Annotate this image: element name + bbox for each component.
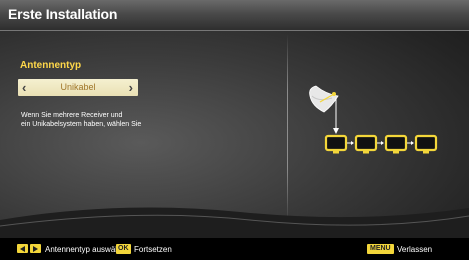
ok-hint: Fortsetzen (134, 245, 172, 254)
antenna-type-selector[interactable]: ‹ Unikabel › (18, 79, 138, 96)
page-title: Erste Installation (8, 6, 118, 22)
installation-screen: Erste Installation Antennentyp ‹ Unikabe… (0, 0, 469, 260)
ok-button[interactable]: OK (116, 244, 131, 254)
background-wave (0, 207, 469, 240)
satellite-dish-icon (309, 85, 339, 134)
receiver-tv-icon (324, 134, 348, 154)
help-text: Wenn Sie mehrere Receiver und ein Unikab… (21, 111, 141, 129)
right-arrow-icon[interactable]: › (129, 79, 133, 96)
help-line-2: ein Unikabelsystem haben, wählen Sie (21, 121, 142, 128)
menu-hint: Verlassen (397, 245, 433, 254)
antenna-type-label: Antennentyp (20, 60, 82, 71)
receiver-chain (324, 134, 438, 154)
receiver-tv-icon (354, 134, 378, 154)
right-key-icon[interactable] (30, 244, 41, 253)
left-key-icon[interactable] (17, 244, 28, 253)
receiver-tv-icon (384, 134, 408, 154)
menu-button[interactable]: MENU (367, 244, 394, 254)
help-line-1: Wenn Sie mehrere Receiver und (21, 112, 123, 119)
antenna-type-value: Unikabel (60, 82, 96, 92)
navigate-keys[interactable] (17, 244, 41, 253)
unicable-illustration (309, 85, 438, 154)
title-bar: Erste Installation (0, 0, 469, 31)
receiver-tv-icon (414, 134, 438, 154)
